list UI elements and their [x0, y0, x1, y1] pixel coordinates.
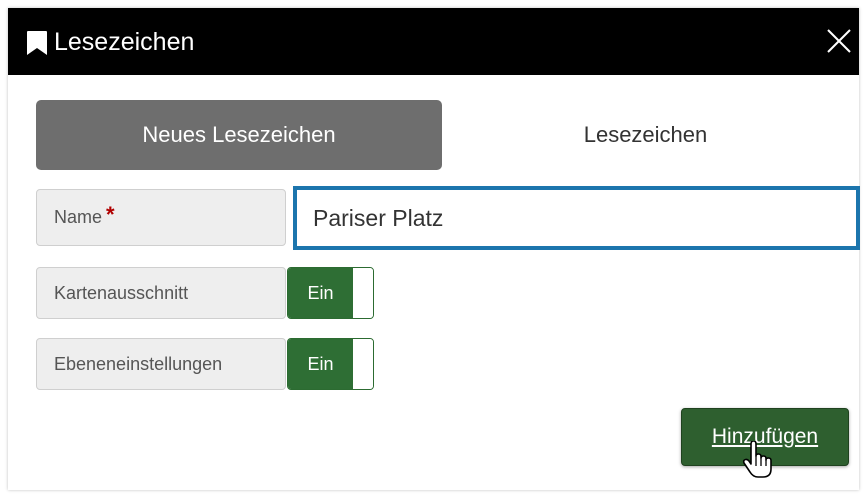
bookmark-dialog: Lesezeichen Neues Lesezeichen Lesezeiche…	[8, 8, 860, 490]
dialog-title: Lesezeichen	[54, 28, 195, 56]
name-label: Name *	[36, 189, 286, 246]
kartenausschnitt-label: Kartenausschnitt	[36, 267, 286, 319]
close-icon[interactable]	[826, 28, 852, 54]
name-label-text: Name	[54, 207, 103, 227]
required-marker: *	[106, 202, 115, 227]
add-button[interactable]: Hinzufügen	[681, 408, 849, 466]
dialog-titlebar: Lesezeichen	[8, 8, 859, 75]
kartenausschnitt-toggle-label: Ein	[288, 268, 353, 318]
toggle-knob	[354, 339, 373, 389]
ebeneneinstellungen-toggle-label: Ein	[288, 339, 353, 389]
toggle-knob	[354, 268, 373, 318]
bookmark-icon	[27, 31, 47, 55]
tab-bar: Neues Lesezeichen Lesezeichen	[36, 100, 849, 170]
name-input[interactable]	[293, 186, 860, 250]
kartenausschnitt-toggle[interactable]: Ein	[287, 267, 374, 319]
ebeneneinstellungen-toggle[interactable]: Ein	[287, 338, 374, 390]
tab-bookmarks[interactable]: Lesezeichen	[442, 100, 849, 170]
tab-new-bookmark[interactable]: Neues Lesezeichen	[36, 100, 442, 170]
ebeneneinstellungen-label: Ebeneneinstellungen	[36, 338, 286, 390]
